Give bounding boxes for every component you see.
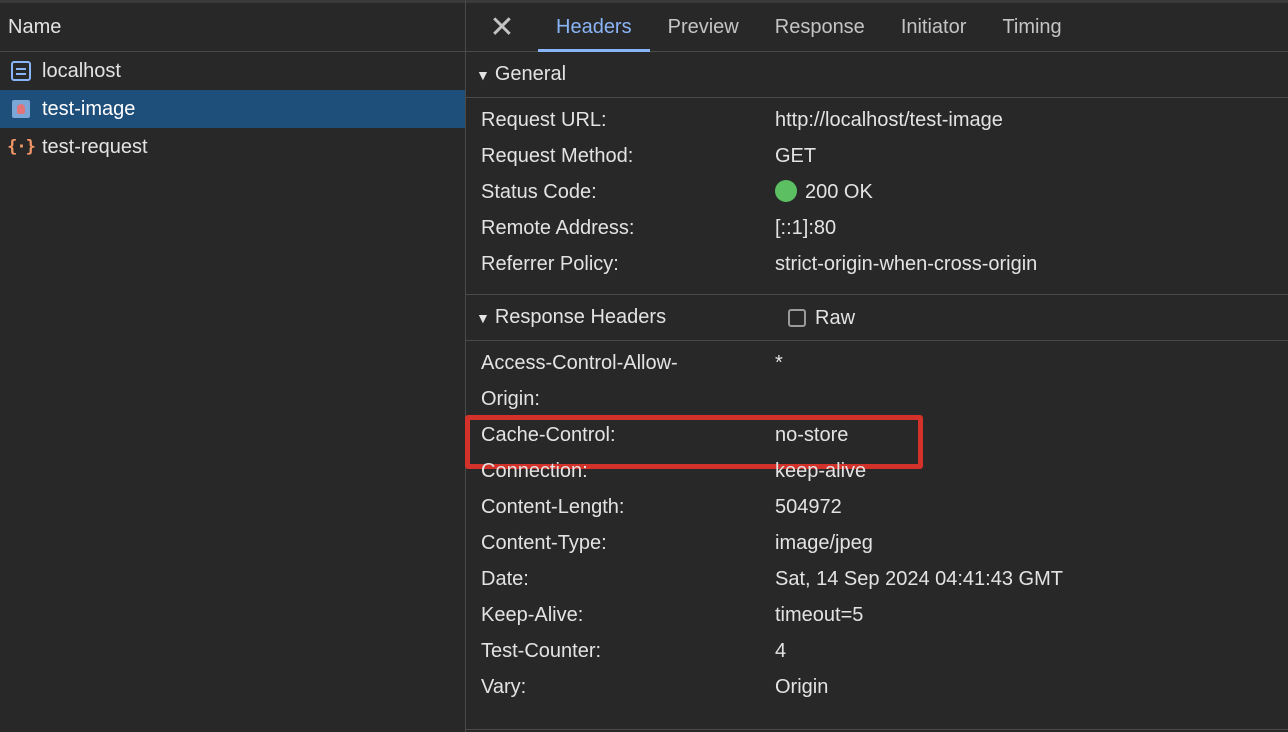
header-key: Request URL: (481, 108, 607, 131)
header-key: Keep-Alive: (481, 603, 584, 626)
header-key: Vary: (481, 675, 527, 698)
request-item-localhost[interactable]: localhost (0, 52, 465, 90)
raw-toggle[interactable]: Raw (788, 295, 855, 341)
section-divider (466, 729, 1288, 730)
header-value: keep-alive (775, 459, 867, 482)
header-key: Content-Type: (481, 531, 607, 554)
header-row: Vary: Origin (466, 669, 1288, 705)
general-section-header[interactable]: ▼ General (466, 52, 1288, 98)
header-row: Remote Address: [::1]:80 (466, 210, 1288, 246)
header-row: Content-Length: 504972 (466, 489, 1288, 525)
request-item-label: test-request (42, 135, 148, 158)
document-icon (10, 60, 32, 82)
header-key: Status Code: (481, 180, 597, 203)
status-code-text: 200 OK (805, 181, 873, 203)
header-key: Connection: (481, 459, 588, 482)
name-column-label: Name (8, 15, 62, 38)
header-row: Connection: keep-alive (466, 453, 1288, 489)
header-key-line: Origin: (481, 388, 540, 410)
header-key: Referrer Policy: (481, 252, 619, 275)
header-value: GET (775, 144, 817, 167)
header-row: Content-Type: image/jpeg (466, 525, 1288, 561)
header-value: [::1]:80 (775, 216, 837, 239)
status-code-value: 200 OK (775, 180, 873, 204)
header-key: Access-Control-Allow- Origin: (466, 345, 775, 417)
general-rows: Request URL: http://localhost/test-image… (466, 98, 1288, 295)
request-item-label: test-image (42, 97, 136, 120)
raw-label: Raw (815, 306, 856, 329)
header-key: Remote Address: (481, 216, 635, 239)
tab-initiator[interactable]: Initiator (883, 3, 985, 51)
general-section-title: General (494, 63, 567, 85)
expand-triangle-icon: ▼ (476, 309, 490, 326)
header-key: Request Method: (481, 144, 634, 167)
image-icon (10, 98, 32, 120)
header-value: 504972 (775, 495, 842, 518)
header-row: Access-Control-Allow- Origin: * (466, 345, 1288, 417)
header-value: image/jpeg (775, 531, 873, 554)
header-value: Sat, 14 Sep 2024 04:41:43 GMT (775, 567, 1063, 590)
response-header-rows: Access-Control-Allow- Origin: * Cache-Con… (465, 341, 1288, 705)
header-key: Cache-Control: (481, 423, 616, 446)
name-column-header[interactable]: Name (0, 0, 465, 52)
header-value: * (775, 352, 783, 374)
request-list-panel: Name localhost test-image {·} test-reque… (0, 0, 465, 732)
header-row-cache-control: Cache-Control: no-store (465, 415, 1288, 469)
tab-preview[interactable]: Preview (650, 3, 757, 51)
response-headers-title: Response Headers (494, 306, 667, 328)
header-row: Test-Counter: 4 (466, 633, 1288, 669)
request-item-test-request[interactable]: {·} test-request (0, 128, 465, 166)
tab-timing[interactable]: Timing (984, 3, 1079, 51)
tab-response[interactable]: Response (757, 3, 883, 51)
header-row: Request URL: http://localhost/test-image (466, 102, 1288, 138)
header-key-line: Access-Control-Allow- (481, 352, 678, 374)
header-value: 4 (775, 639, 787, 662)
header-value: no-store (775, 423, 849, 446)
header-row: Status Code: 200 OK (466, 174, 1288, 210)
request-details-panel: ✕ Headers Preview Response Initiator Tim… (465, 0, 1288, 732)
request-item-label: localhost (42, 59, 121, 82)
header-key: Test-Counter: (481, 639, 602, 662)
header-key: Date: (481, 567, 529, 590)
fetch-icon: {·} (7, 137, 36, 157)
detail-tab-bar: ✕ Headers Preview Response Initiator Tim… (466, 0, 1288, 52)
tab-headers[interactable]: Headers (538, 3, 650, 52)
close-icon[interactable]: ✕ (466, 3, 538, 51)
status-ok-icon (775, 180, 797, 202)
header-value: Origin (775, 675, 829, 698)
header-row: Referrer Policy: strict-origin-when-cros… (466, 246, 1288, 282)
raw-checkbox[interactable] (788, 309, 806, 327)
header-row: Date: Sat, 14 Sep 2024 04:41:43 GMT (466, 561, 1288, 597)
request-item-test-image[interactable]: test-image (0, 90, 465, 128)
expand-triangle-icon: ▼ (476, 66, 490, 83)
response-headers-section-header[interactable]: ▼ Response Headers Raw (466, 295, 1288, 341)
header-row: Keep-Alive: timeout=5 (466, 597, 1288, 633)
header-value: timeout=5 (775, 603, 864, 626)
header-key: Content-Length: (481, 495, 625, 518)
header-value: http://localhost/test-image (775, 108, 1003, 131)
header-row: Request Method: GET (466, 138, 1288, 174)
header-value: strict-origin-when-cross-origin (775, 252, 1038, 275)
